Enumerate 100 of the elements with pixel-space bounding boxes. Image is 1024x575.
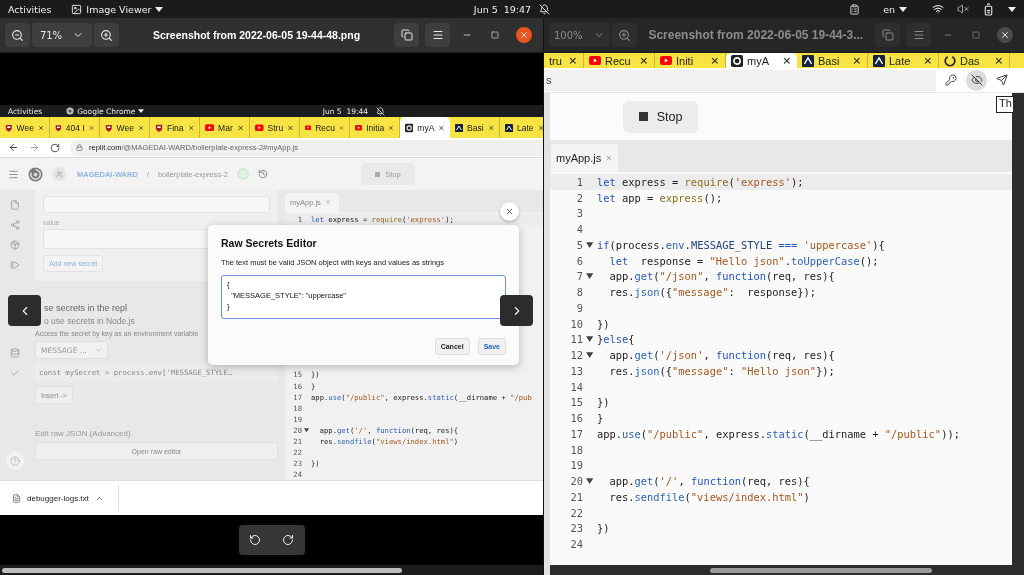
line-number: 6 [575, 254, 583, 267]
bracket-icon [455, 122, 464, 133]
scrollbar[interactable] [1012, 93, 1024, 575]
reload-icon[interactable] [50, 142, 60, 153]
shield-icon [105, 122, 113, 133]
gallery-icon [400, 29, 413, 41]
zoom-out-button[interactable] [5, 23, 30, 47]
help-icon [10, 456, 20, 466]
zoom-in-icon [617, 28, 631, 42]
stop-icon [375, 171, 381, 177]
code-line: let app = express(); [597, 191, 723, 204]
fold-caret-icon[interactable] [586, 273, 594, 280]
line-number: 9 [575, 301, 583, 314]
close-icon [438, 123, 445, 132]
line-number: 3 [575, 207, 583, 220]
status-icon [236, 168, 249, 180]
code-line: }else{ [597, 333, 635, 346]
code-line: app.get('/json', function(req, res){ [608, 349, 835, 362]
window-title: Screenshot from 2022-06-05 19-44-48.png [151, 29, 362, 41]
key-icon[interactable] [945, 74, 957, 86]
shield-icon [5, 122, 13, 133]
next-button[interactable] [500, 295, 533, 326]
menu-button[interactable] [906, 23, 931, 47]
close-button[interactable] [516, 27, 532, 43]
chevron-down-icon [95, 346, 102, 354]
gallery-button[interactable] [394, 23, 419, 47]
zoom-in-button[interactable] [94, 23, 119, 47]
ring-icon [944, 54, 956, 67]
send-icon[interactable] [996, 74, 1008, 86]
line-number: 8 [575, 286, 583, 299]
fold-caret-icon[interactable] [586, 336, 594, 343]
eye-off-button[interactable] [966, 69, 987, 91]
fold-caret-icon[interactable] [586, 478, 594, 485]
image-icon [71, 3, 83, 15]
fold-caret-icon[interactable] [304, 428, 309, 433]
close-icon [287, 123, 294, 132]
line-number: 23 [569, 522, 583, 535]
code-line: app.get("/json", function(req, res){ [608, 270, 835, 283]
speaker-muted-icon [957, 3, 969, 15]
menu-button[interactable] [425, 23, 450, 47]
back-icon[interactable] [8, 142, 19, 153]
file-tab[interactable]: myApp.js [551, 143, 618, 172]
file-name: debugger-logs.txt [27, 493, 89, 503]
code-line: res.json({"message": "Hello json"}); [608, 364, 835, 377]
shield-icon [55, 122, 62, 133]
stop-button[interactable]: Stop [623, 100, 698, 133]
activities-button[interactable]: Activities [8, 3, 52, 15]
code-line: app.get('/', function(req, res){ [608, 475, 810, 488]
line-number: 11 [569, 333, 583, 346]
close-icon [568, 55, 578, 66]
play-icon [589, 56, 601, 65]
scrollbar[interactable] [0, 565, 543, 575]
line-number: 17 [569, 427, 583, 440]
line-number: 20 [569, 475, 583, 488]
code-line: }) [597, 522, 610, 535]
browser-tab[interactable]: myA [400, 117, 450, 138]
line-number: 21 [569, 490, 583, 503]
caret-icon [138, 109, 145, 113]
close-icon [1000, 30, 1010, 40]
code-line: app.use("/public", express.static(__dirname + "/public")); [597, 427, 960, 440]
caret-icon[interactable] [1008, 6, 1016, 12]
scrollbar[interactable] [550, 565, 1012, 575]
zoom-in-button[interactable] [611, 23, 637, 47]
zoom-level-dropdown[interactable]: 100% [549, 23, 610, 47]
close-icon [994, 55, 1004, 66]
check-icon[interactable] [10, 368, 20, 378]
line-number: 24 [569, 538, 583, 551]
close-button[interactable] [997, 27, 1013, 43]
code-line: let response = "Hello json".toUpperCase(); [608, 254, 879, 267]
line-number: 15 [569, 396, 583, 409]
history-icon[interactable] [257, 169, 268, 179]
close-icon [852, 55, 862, 66]
forward-icon[interactable] [29, 142, 40, 153]
zoom-level-dropdown[interactable]: 71% [32, 23, 92, 47]
stop-icon [638, 112, 648, 121]
app-menu[interactable]: Image Viewer [71, 3, 164, 15]
fold-caret-icon[interactable] [586, 352, 594, 359]
line-number: 12 [569, 349, 583, 362]
line-number: 18 [569, 443, 583, 456]
code-line: res.sendfile("views/index.html") [608, 490, 810, 503]
language-menu[interactable]: en [883, 3, 907, 15]
play-icon [355, 123, 363, 132]
download-item[interactable]: debugger-logs.txt [12, 485, 119, 511]
line-number: 16 [569, 412, 583, 425]
bell-off-icon [376, 106, 385, 116]
close-icon [88, 123, 94, 132]
maximize-icon [491, 31, 499, 39]
close-icon [923, 55, 933, 66]
browser-icon [66, 107, 75, 115]
bell-off-icon [539, 3, 551, 15]
code-line: if(process.env.MESSAGE_STYLE === 'uppercase'){ [597, 238, 885, 251]
fold-caret-icon[interactable] [586, 241, 594, 248]
previous-button[interactable] [8, 295, 41, 326]
address-bar[interactable]: s [544, 69, 936, 91]
close-icon [505, 207, 514, 216]
caret-icon [899, 6, 907, 12]
close-icon [137, 123, 144, 132]
browser-tab[interactable]: myA [726, 53, 797, 68]
close-icon [324, 199, 331, 206]
menu-icon[interactable] [8, 168, 19, 180]
